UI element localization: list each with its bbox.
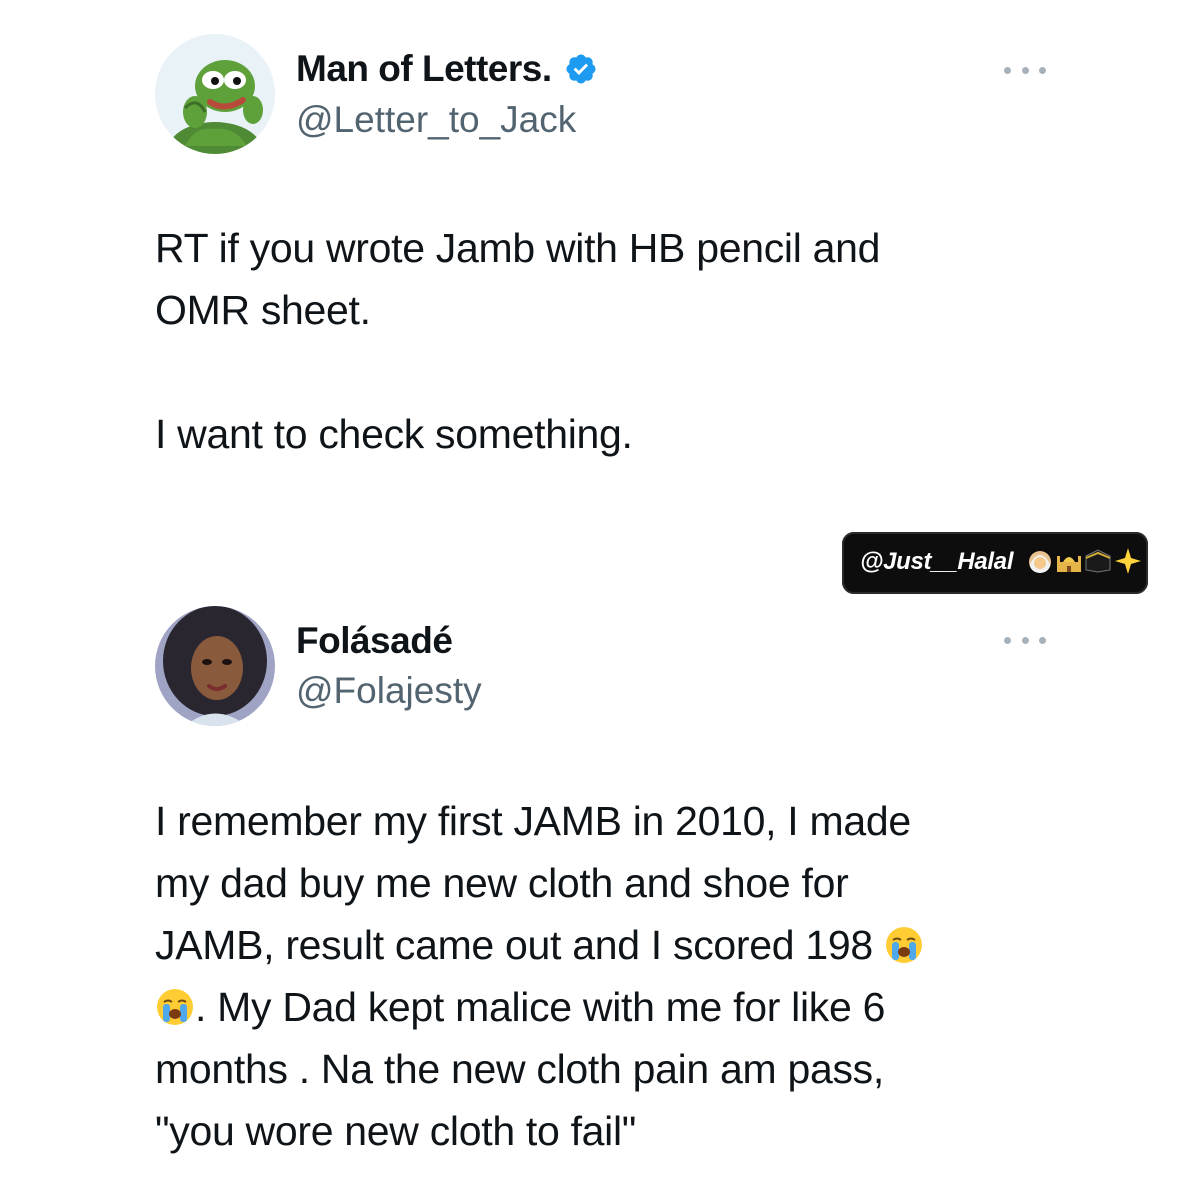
loudly-crying-face-icon — [155, 982, 195, 1025]
display-name[interactable]: Folásadé — [296, 620, 453, 662]
tweet-text: RT if you wrote Jamb with HB pencil and … — [155, 225, 881, 457]
watermark-badge: @Just__Halal — [842, 532, 1148, 594]
verified-badge-icon — [564, 52, 598, 86]
kaaba-icon — [1084, 546, 1112, 574]
tweet-text-part-2: . My Dad kept malice with me for like 6 … — [155, 984, 886, 1154]
tweet-text: I remember my first JAMB in 2010, I made… — [155, 790, 1055, 1162]
more-options-icon[interactable] — [1004, 63, 1046, 77]
more-options-icon[interactable] — [1004, 633, 1046, 647]
profile-photo-avatar[interactable] — [155, 606, 275, 726]
tweet-text-part-1: I remember my first JAMB in 2010, I made… — [155, 798, 911, 968]
display-name[interactable]: Man of Letters. — [296, 48, 552, 90]
tweet-quoted: Folásadé @Folajesty I remember my first … — [0, 600, 1200, 1200]
watermark-text: @Just__Halal — [860, 548, 1014, 575]
user-handle[interactable]: @Folajesty — [296, 670, 482, 712]
pepe-frog-avatar[interactable] — [155, 34, 275, 154]
mosque-icon — [1056, 548, 1082, 574]
user-handle[interactable]: @Letter_to_Jack — [296, 99, 576, 141]
loudly-crying-face-icon — [884, 920, 924, 963]
tweet-original: Man of Letters. @Letter_to_Jack RT if yo… — [0, 0, 1200, 520]
person-with-headscarf-icon — [1028, 550, 1052, 574]
sparkle-icon — [1114, 547, 1142, 575]
